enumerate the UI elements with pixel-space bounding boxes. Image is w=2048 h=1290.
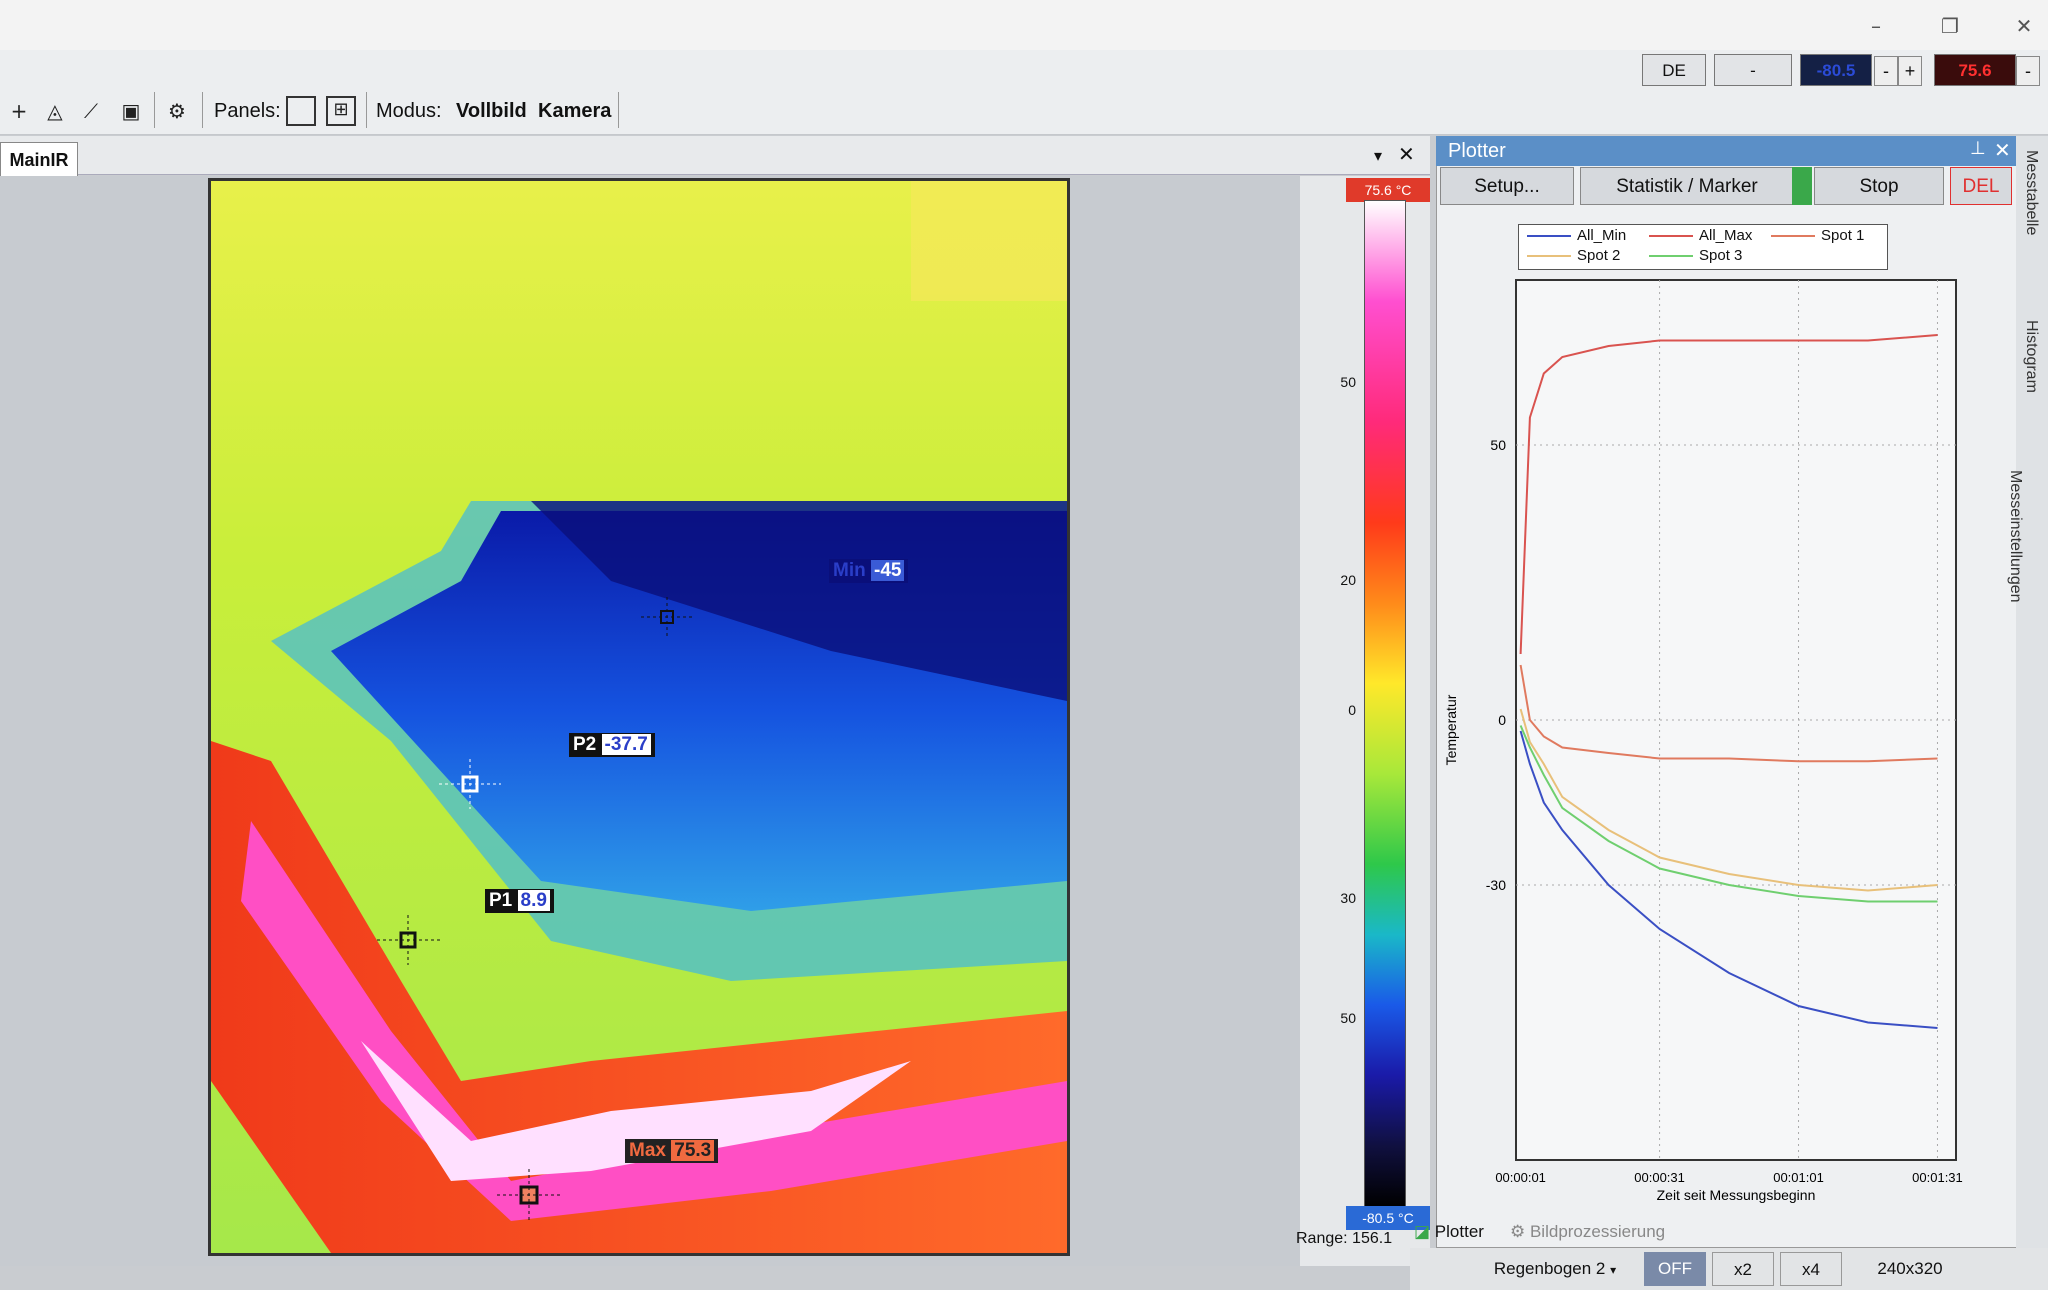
legend-item: Spot 2 <box>1527 247 1620 264</box>
close-window-button[interactable]: ✕ <box>2004 12 2044 40</box>
marker-p1-label: P1 8.9 <box>485 889 554 913</box>
x-axis-label: Zeit seit Messungsbeginn <box>1657 1187 1816 1203</box>
plotter-close-icon[interactable]: ✕ <box>1994 138 2011 162</box>
tab-plotter[interactable]: ◪ Plotter <box>1414 1222 1484 1242</box>
x-tick-label: 00:01:31 <box>1912 1170 1963 1185</box>
sidebar-tab-messtabelle[interactable]: Messtabelle <box>2022 150 2040 235</box>
sidebar-tab-messeinstellungen[interactable]: Messeinstellungen <box>2006 470 2024 603</box>
zoom-x2-button[interactable]: x2 <box>1712 1252 1774 1286</box>
add-spot-icon[interactable]: + <box>4 96 34 126</box>
statistik-marker-button[interactable]: Statistik / Marker <box>1580 167 1794 205</box>
document-tabstrip <box>0 136 1430 175</box>
thermal-image-render <box>211 181 1067 1253</box>
legend-item: All_Min <box>1527 227 1626 244</box>
panels-label: Panels: <box>214 100 281 122</box>
scale-tick: 20 <box>1340 572 1356 588</box>
add-line-icon[interactable]: ⟋ <box>76 96 106 126</box>
restore-button[interactable]: ❐ <box>1930 12 1970 40</box>
right-sidebar <box>2016 136 2048 1266</box>
sidebar-tab-histogram[interactable]: Histogram <box>2022 320 2040 393</box>
toolbar-separator <box>618 92 619 128</box>
scale-tick: 50 <box>1340 1010 1356 1026</box>
legend-item: Spot 1 <box>1771 227 1864 244</box>
temperature-settings-icon[interactable]: ⚙ <box>162 96 192 126</box>
zoom-x4-button[interactable]: x4 <box>1780 1252 1842 1286</box>
resolution-readout: 240x320 <box>1877 1259 1943 1278</box>
thermal-image[interactable]: Min -45 P2 -37.7 P1 8.9 Max 75.3 <box>208 178 1070 1256</box>
legend-item: Spot 3 <box>1649 247 1742 264</box>
min-temp-field[interactable]: -80.5 <box>1800 54 1872 86</box>
snapshot-icon[interactable]: ▣ <box>116 96 146 126</box>
record-indicator <box>1792 167 1812 205</box>
panel-single-icon[interactable] <box>286 96 316 126</box>
minimize-button[interactable]: – <box>1856 12 1896 40</box>
scale-range: Range: 156.1 <box>1296 1230 1393 1247</box>
del-button[interactable]: DEL <box>1950 167 2012 205</box>
y-axis-label: Temperatur <box>1443 694 1459 765</box>
x-axis-ticks: 00:00:01 00:00:31 00:01:01 00:01:31 <box>1495 1170 1962 1185</box>
marker-min-label: Min -45 <box>829 559 909 583</box>
palette-select[interactable]: Regenbogen 2 ▾ <box>1480 1252 1630 1286</box>
min-decrease-button[interactable]: - <box>1874 56 1898 86</box>
scale-max-label[interactable]: 75.6 °C <box>1346 178 1430 202</box>
dash-field[interactable]: - <box>1714 54 1792 86</box>
pin-icon[interactable]: ⊥ <box>1970 138 1986 159</box>
plotter-titlebar: Plotter <box>1436 136 2016 166</box>
min-increase-button[interactable]: + <box>1898 56 1922 86</box>
color-scale-bar <box>1364 200 1406 1207</box>
scale-tick: 30 <box>1340 890 1356 906</box>
stop-button[interactable]: Stop <box>1814 167 1944 205</box>
toolbar-separator <box>366 92 367 128</box>
chart-legend: All_Min All_Max Spot 1 Spot 2 Spot 3 <box>1518 224 1888 270</box>
x-tick-label: 00:01:01 <box>1773 1170 1824 1185</box>
tab-close-icon[interactable]: ✕ <box>1398 142 1415 166</box>
y-tick-label: -30 <box>1486 877 1506 893</box>
scale-tick: 50 <box>1340 374 1356 390</box>
tab-bildprozessierung[interactable]: ⚙ Bildprozessierung <box>1510 1222 1665 1242</box>
legend-item: All_Max <box>1649 227 1752 244</box>
zoom-off-button[interactable]: OFF <box>1644 1252 1706 1286</box>
marker-p2-label: P2 -37.7 <box>569 733 655 757</box>
max-temp-field[interactable]: 75.6 <box>1934 54 2016 86</box>
tab-dropdown-icon[interactable]: ▾ <box>1374 146 1382 166</box>
temperature-chart[interactable]: 500-30 00:00:01 00:00:31 00:01:01 00:01:31 … <box>1436 270 2016 1220</box>
language-button[interactable]: DE <box>1642 54 1706 86</box>
add-area-icon[interactable]: ◬ <box>40 96 70 126</box>
marker-max-label: Max 75.3 <box>625 1139 719 1163</box>
setup-button[interactable]: Setup... <box>1440 167 1574 205</box>
modus-kamera-button[interactable]: Kamera <box>538 96 611 126</box>
x-tick-label: 00:00:31 <box>1634 1170 1685 1185</box>
max-decrease-button[interactable]: - <box>2016 56 2040 86</box>
y-axis-ticks: 50 0 -30 <box>1486 437 1506 893</box>
y-tick-label: 50 <box>1490 437 1506 453</box>
modus-vollbild-button[interactable]: Vollbild <box>456 96 527 126</box>
modus-label: Modus: <box>376 100 442 122</box>
x-tick-label: 00:00:01 <box>1495 1170 1546 1185</box>
y-tick-label: 0 <box>1498 712 1506 728</box>
panel-split-icon[interactable]: ⊞ <box>326 96 356 126</box>
toolbar-separator <box>202 92 203 128</box>
tab-mainir[interactable]: MainIR <box>0 142 78 176</box>
window-titlebar <box>0 0 2048 50</box>
toolbar-separator <box>154 92 155 128</box>
scale-tick: 0 <box>1348 702 1356 718</box>
